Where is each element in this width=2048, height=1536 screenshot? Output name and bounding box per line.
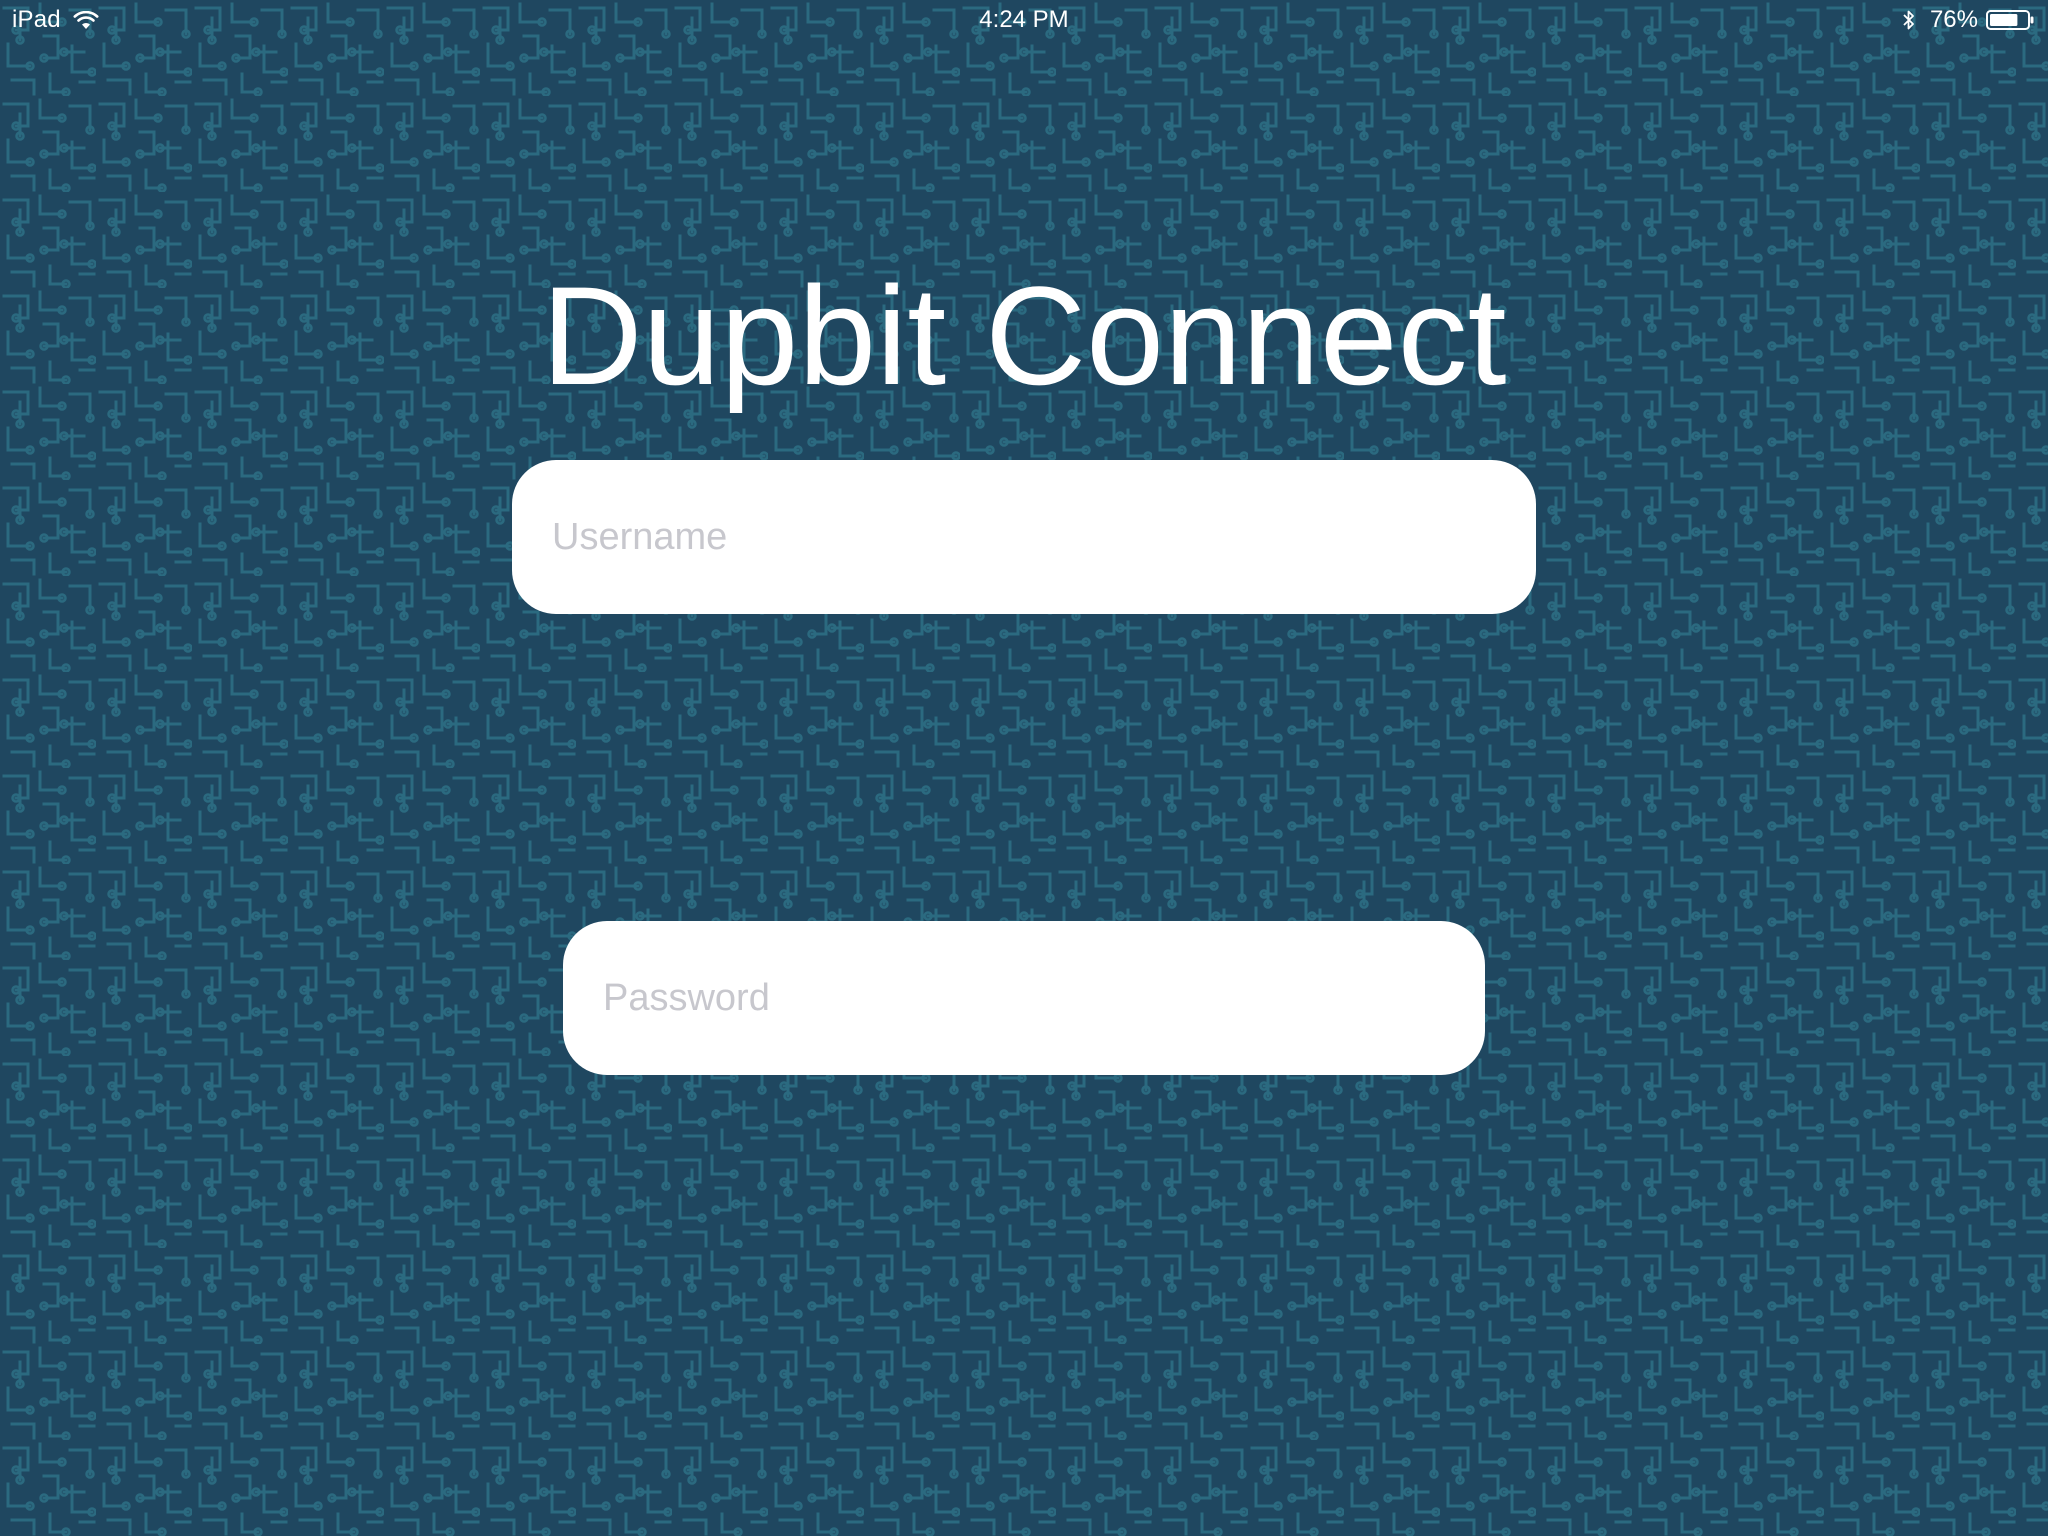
battery-level-fill [1990,14,2018,26]
app-title: Dupbit Connect [541,256,1507,414]
password-field[interactable] [563,921,1485,1075]
password-input[interactable] [563,921,1485,1075]
username-field[interactable] [512,460,1536,614]
username-input[interactable] [512,460,1536,614]
battery-icon [1986,9,2036,31]
status-time: 4:24 PM [979,6,1069,33]
bluetooth-icon [1902,9,1916,31]
circuit-background-pattern [0,0,2048,1536]
battery-percentage: 76% [1929,6,1978,33]
status-bar-right: 76% [1902,6,2036,34]
status-bar: iPad 4:24 PM 76% [0,0,2048,40]
